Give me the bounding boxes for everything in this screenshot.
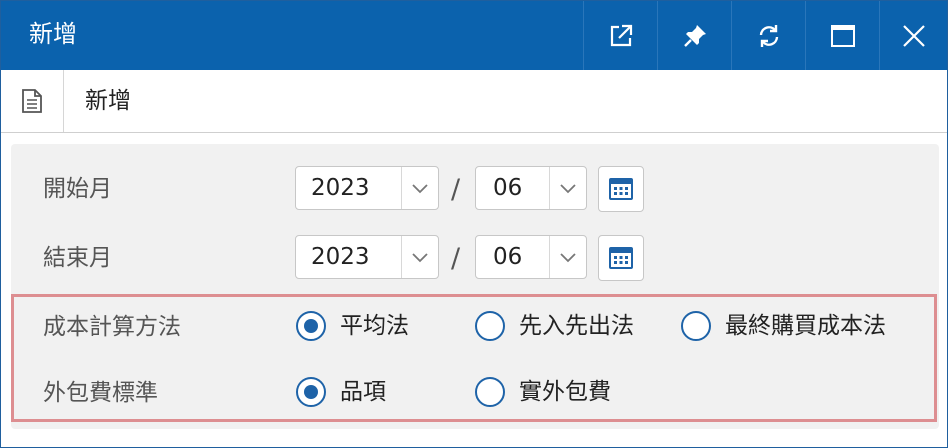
start-month-label: 開始月 [43,176,112,202]
start-year-value: 2023 [311,175,370,201]
end-year-value: 2023 [311,244,370,270]
popout-button[interactable] [583,1,658,70]
radio-actual-outsource[interactable]: 實外包費 [475,377,611,407]
start-month-select[interactable]: 06 [475,166,587,210]
dialog-window: 新增 新增 開始月 2023 / 06 結束月 2023 / 06 成本計算方法… [0,0,948,448]
radio-unchecked-icon [475,377,505,407]
date-separator: / [451,174,461,205]
close-icon [903,24,925,47]
popout-icon [610,24,633,46]
document-title: 新增 [85,88,131,114]
start-calendar-button[interactable] [598,166,644,212]
cost-method-label: 成本計算方法 [43,314,181,340]
radio-checked-icon [296,311,326,341]
maximize-button[interactable] [805,1,880,70]
radio-average[interactable]: 平均法 [296,311,409,341]
radio-unchecked-icon [681,311,711,341]
radio-unchecked-icon [475,311,505,341]
chevron-down-icon[interactable] [549,167,586,209]
pin-icon [684,24,706,47]
title-bar: 新增 [1,1,947,70]
end-month-select[interactable]: 06 [475,235,587,279]
chevron-down-icon[interactable] [401,167,438,209]
end-calendar-button[interactable] [598,235,644,281]
start-year-select[interactable]: 2023 [295,166,439,210]
end-month-value: 06 [493,244,523,270]
start-month-value: 06 [493,175,523,201]
maximize-icon [831,24,855,47]
radio-last-purchase[interactable]: 最終購買成本法 [681,311,886,341]
close-button[interactable] [879,1,948,70]
radio-label: 實外包費 [519,379,611,405]
radio-label: 最終購買成本法 [725,313,886,339]
end-month-label: 結束月 [43,245,112,271]
radio-label: 先入先出法 [519,313,634,339]
radio-checked-icon [296,377,326,407]
radio-fifo[interactable]: 先入先出法 [475,311,634,341]
radio-label: 品項 [340,379,386,405]
calendar-icon [609,247,633,269]
radio-label: 平均法 [340,313,409,339]
document-header: 新增 [1,70,947,133]
calendar-icon [609,178,633,200]
chevron-down-icon[interactable] [401,236,438,278]
end-year-select[interactable]: 2023 [295,235,439,279]
refresh-button[interactable] [731,1,806,70]
window-title: 新增 [29,20,77,48]
outsource-standard-label: 外包費標準 [43,380,158,406]
date-separator: / [451,243,461,274]
pin-button[interactable] [657,1,732,70]
document-icon [1,70,64,132]
radio-item[interactable]: 品項 [296,377,386,407]
refresh-icon [759,24,779,47]
chevron-down-icon[interactable] [549,236,586,278]
